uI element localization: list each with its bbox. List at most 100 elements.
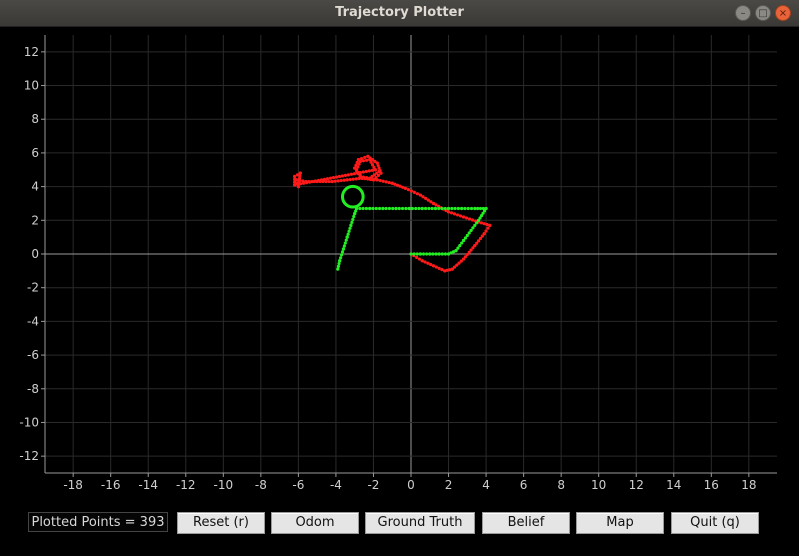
- x-tick-label: 2: [445, 478, 453, 492]
- trajectory-point-series-0: [364, 158, 369, 162]
- trajectory-point-series-0: [343, 173, 348, 177]
- trajectory-point-series-1: [340, 250, 345, 254]
- trajectory-point-series-0: [406, 188, 410, 192]
- x-tick-label: 10: [591, 478, 606, 492]
- trajectory-point-series-1: [476, 206, 480, 211]
- trajectory-point-series-1: [446, 206, 451, 211]
- trajectory-point-series-1: [469, 206, 474, 211]
- y-tick-label: 2: [31, 213, 39, 227]
- trajectory-point-series-1: [377, 206, 382, 211]
- plot-area[interactable]: 12 10 8 6 4 2 0 -2 -4 -6 -8 -10 -12 -18 -16 -14 -12 -10 -8…: [0, 27, 799, 497]
- y-tick-label: -6: [27, 348, 39, 362]
- trajectory-point-series-1: [478, 206, 483, 211]
- trajectory-point-series-0: [339, 178, 343, 183]
- y-tick-label: -4: [27, 314, 39, 328]
- trajectory-point-series-0: [412, 190, 416, 194]
- trajectory-point-series-0: [342, 178, 346, 182]
- trajectory-point-series-1: [466, 206, 470, 211]
- window-title: Trajectory Plotter: [335, 5, 464, 20]
- maximize-icon[interactable]: □: [755, 5, 771, 21]
- trajectory-point-series-0: [293, 174, 297, 179]
- trajectory-point-series-1: [348, 226, 352, 230]
- title-bar: Trajectory Plotter – □ ×: [0, 0, 799, 27]
- close-icon[interactable]: ×: [775, 5, 791, 21]
- trajectory-point-series-0: [293, 183, 297, 187]
- trajectory-point-series-1: [460, 206, 464, 211]
- trajectory-point-series-0: [330, 179, 334, 184]
- trajectory-point-series-1: [344, 238, 348, 242]
- trajectory-point-series-0: [482, 222, 486, 226]
- trajectory-point-series-1: [443, 252, 448, 256]
- trajectory-point-series-0: [452, 212, 457, 216]
- trajectory-point-series-0: [356, 172, 361, 176]
- trajectory-point-series-0: [409, 189, 413, 193]
- trajectory-point-series-1: [450, 206, 454, 211]
- x-tick-label: -12: [176, 478, 196, 492]
- x-tick-label: 12: [629, 478, 644, 492]
- trajectory-point-series-0: [364, 176, 369, 180]
- trajectory-point-series-0: [333, 179, 337, 183]
- y-tick-label: 10: [24, 79, 39, 93]
- trajectory-point-series-0: [431, 264, 436, 268]
- trajectory-point-series-1: [397, 206, 401, 211]
- trajectory-point-series-0: [420, 259, 424, 263]
- y-tick-label: -12: [19, 449, 39, 463]
- trajectory-point-series-1: [342, 244, 346, 248]
- minimize-icon[interactable]: –: [735, 5, 751, 21]
- plotted-points-counter: Plotted Points = 393: [28, 512, 168, 532]
- trajectory-point-series-0: [328, 176, 333, 180]
- trajectory-point-series-1: [440, 252, 444, 256]
- trajectory-point-series-1: [351, 217, 355, 222]
- map-button[interactable]: Map: [576, 512, 664, 534]
- trajectory-point-series-1: [440, 206, 444, 211]
- trajectory-point-series-1: [361, 206, 365, 211]
- y-tick-label: 0: [31, 247, 39, 261]
- trajectory-point-series-0: [434, 265, 438, 269]
- trajectory-point-series-1: [345, 235, 349, 239]
- trajectory-point-series-0: [352, 172, 357, 176]
- trajectory-point-series-0: [426, 261, 430, 265]
- trajectory-point-series-1: [437, 252, 441, 256]
- trajectory-point-series-0: [361, 170, 365, 174]
- trajectory-point-series-1: [431, 252, 435, 256]
- trajectory-point-series-1: [433, 206, 437, 211]
- trajectory-point-series-1: [434, 252, 438, 256]
- trajectory-point-series-0: [429, 262, 433, 267]
- trajectory-point-series-0: [331, 176, 336, 180]
- quit-button[interactable]: Quit (q): [671, 512, 759, 534]
- trajectory-point-series-0: [390, 181, 394, 185]
- trajectory-point-series-1: [443, 206, 447, 211]
- y-tick-label: 6: [31, 146, 39, 160]
- trajectory-point-series-0: [458, 214, 463, 218]
- trajectory-point-series-0: [313, 179, 318, 183]
- trajectory-chart: 12 10 8 6 4 2 0 -2 -4 -6 -8 -10 -12 -18 -16 -14 -12 -10 -8…: [19, 35, 777, 492]
- trajectory-point-series-1: [420, 206, 424, 211]
- x-tick-label: 8: [557, 478, 565, 492]
- trajectory-point-series-1: [415, 252, 419, 256]
- trajectory-point-series-0: [304, 181, 309, 185]
- trajectory-point-series-0: [421, 195, 425, 199]
- ground-truth-button[interactable]: Ground Truth: [365, 512, 475, 534]
- trajectory-point-series-0: [307, 180, 312, 184]
- trajectory-point-series-0: [361, 175, 366, 179]
- trajectory-point-series-1: [387, 206, 392, 211]
- belief-button[interactable]: Belief: [482, 512, 570, 534]
- trajectory-point-series-1: [418, 252, 422, 256]
- trajectory-point-series-0: [293, 177, 297, 181]
- trajectory-point-series-1: [407, 206, 411, 211]
- trajectory-point-series-0: [449, 211, 454, 215]
- trajectory-point-series-0: [327, 179, 331, 184]
- trajectory-point-series-0: [298, 171, 302, 175]
- trajectory-point-series-1: [456, 206, 460, 211]
- trajectory-point-series-1: [463, 206, 467, 211]
- trajectory-point-series-0: [297, 176, 302, 181]
- trajectory-point-series-1: [336, 267, 340, 271]
- trajectory-point-series-1: [409, 252, 413, 256]
- trajectory-point-series-1: [481, 206, 485, 211]
- trajectory-point-series-0: [415, 192, 419, 196]
- reset-button[interactable]: Reset (r): [177, 512, 265, 534]
- trajectory-point-series-1: [453, 206, 457, 211]
- trajectory-point-series-0: [348, 177, 352, 182]
- trajectory-point-series-0: [316, 178, 321, 183]
- odom-button[interactable]: Odom: [271, 512, 359, 534]
